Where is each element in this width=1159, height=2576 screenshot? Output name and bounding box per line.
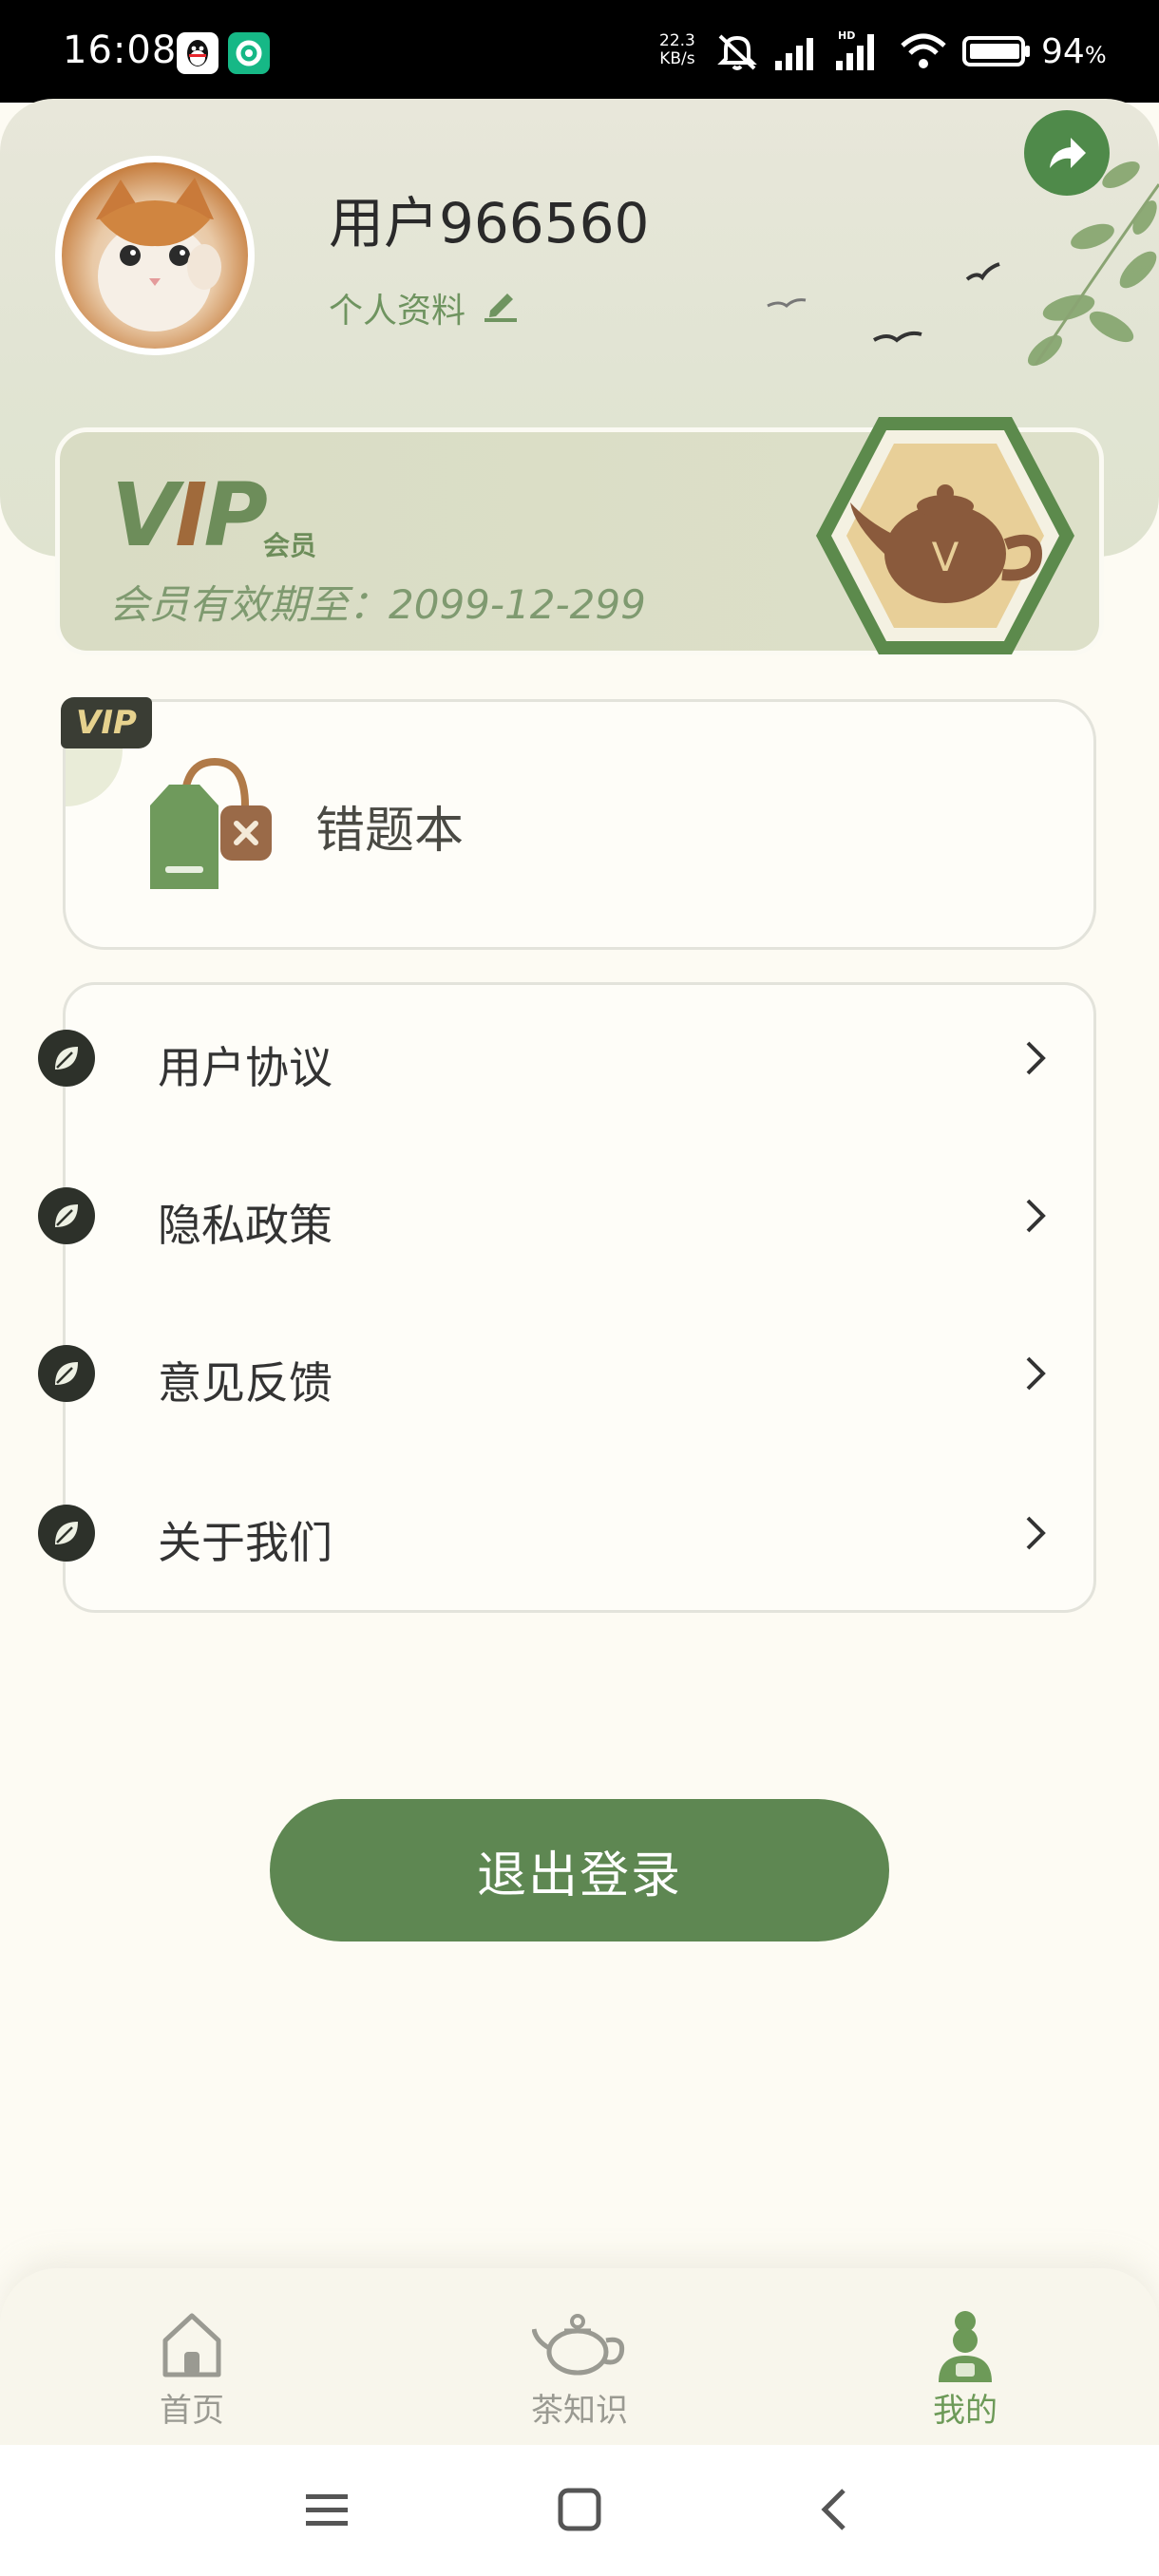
vip-member-label: 会员 xyxy=(263,530,317,561)
tab-label: 首页 xyxy=(160,2392,224,2430)
birds-decoration-icon xyxy=(767,262,1000,343)
edit-pencil-icon xyxy=(481,284,521,332)
edit-profile-label: 个人资料 xyxy=(329,292,466,331)
cat-avatar-image xyxy=(96,178,221,331)
username: 用户966560 xyxy=(329,191,650,256)
menu-label: 关于我们 xyxy=(158,1517,332,1568)
tab-mine[interactable]: 我的 xyxy=(870,2308,1060,2441)
app-screen: 16:08 22.3 KB/s HD 94% 用户966560 个人资料 VIP… xyxy=(0,0,1159,2576)
leaf-icon xyxy=(38,1030,95,1087)
net-speed-unit: KB/s xyxy=(659,49,695,68)
menu-label: 意见反馈 xyxy=(158,1357,332,1409)
leaf-icon xyxy=(38,1345,95,1402)
signal-icon xyxy=(773,28,823,78)
tab-tea-knowledge[interactable]: 茶知识 xyxy=(484,2308,674,2441)
tab-label: 我的 xyxy=(933,2392,998,2430)
logout-button[interactable]: 退出登录 xyxy=(270,1799,889,1941)
back-chevron-icon[interactable] xyxy=(809,2483,859,2540)
vip-teapot-badge-icon: V xyxy=(816,417,1074,654)
avatar[interactable] xyxy=(55,156,255,355)
menu-item-privacy-policy[interactable]: 隐私政策 xyxy=(38,1161,1064,1275)
wifi-icon xyxy=(899,28,948,78)
share-arrow-icon xyxy=(1050,138,1086,168)
battery-icon xyxy=(961,28,1034,78)
mistakes-book-label: 错题本 xyxy=(315,803,465,860)
menu-item-about-us[interactable]: 关于我们 xyxy=(38,1478,1064,1592)
battery-percent: 94% xyxy=(1041,32,1107,71)
battery-percent-value: 94 xyxy=(1041,32,1085,71)
vip-logo: VIP xyxy=(111,472,268,559)
qq-icon xyxy=(177,32,218,74)
menu-label: 隐私政策 xyxy=(158,1200,332,1251)
battery-percent-unit: % xyxy=(1084,42,1107,68)
vip-logo-v: V xyxy=(111,464,179,566)
bottom-tab-bar: 首页 茶知识 我的 xyxy=(0,2268,1159,2445)
vip-expiry-text: 会员有效期至：2099-12-299 xyxy=(109,581,646,628)
leaf-icon xyxy=(38,1187,95,1244)
vip-card[interactable]: VIP 会员 会员有效期至：2099-12-299 V xyxy=(55,417,1104,655)
tab-home[interactable]: 首页 xyxy=(97,2308,287,2441)
chevron-right-icon xyxy=(1022,1195,1051,1241)
home-icon xyxy=(162,2313,221,2377)
mute-icon xyxy=(714,28,760,78)
menu-item-feedback[interactable]: 意见反馈 xyxy=(38,1318,1064,1432)
signal-hd-icon: HD xyxy=(834,28,887,78)
chevron-right-icon xyxy=(1022,1037,1051,1083)
green-app-icon xyxy=(228,32,270,74)
net-speed-value: 22.3 xyxy=(659,31,695,50)
vip-logo-p: P xyxy=(203,464,267,566)
vip-tag: VIP xyxy=(61,697,152,748)
profile-person-icon xyxy=(939,2311,992,2382)
net-speed: 22.3 KB/s xyxy=(659,32,695,68)
system-nav-bar xyxy=(0,2445,1159,2576)
menu-item-user-agreement[interactable]: 用户协议 xyxy=(38,1003,1064,1117)
chevron-right-icon xyxy=(1022,1512,1051,1558)
menu-label: 用户协议 xyxy=(158,1042,332,1093)
chevron-right-icon xyxy=(1022,1353,1051,1398)
leaf-icon xyxy=(38,1505,95,1562)
home-square-icon[interactable] xyxy=(555,2483,604,2540)
edit-profile-link[interactable]: 个人资料 xyxy=(329,283,521,332)
teapot-icon xyxy=(532,2314,625,2376)
status-bar: 16:08 22.3 KB/s HD 94% xyxy=(0,0,1159,103)
tab-label: 茶知识 xyxy=(531,2392,628,2430)
vip-logo-i: I xyxy=(175,464,207,566)
locked-notebook-icon xyxy=(150,757,272,889)
share-button[interactable] xyxy=(1024,110,1110,196)
menu-lines-icon[interactable] xyxy=(302,2483,352,2540)
status-time: 16:08 xyxy=(63,28,178,72)
vip-badge-letter: V xyxy=(932,534,960,580)
hd-label: HD xyxy=(838,29,855,42)
